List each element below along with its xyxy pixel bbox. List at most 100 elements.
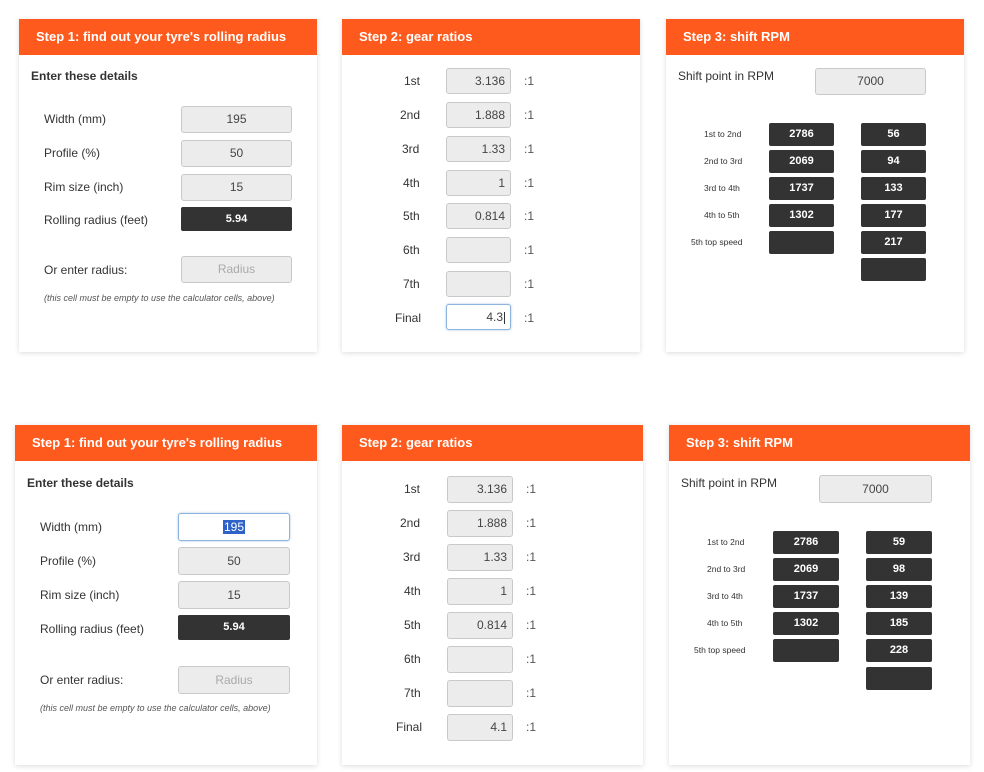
width-input[interactable]: 195 <box>178 513 290 541</box>
gear-label-2nd: 2nd <box>400 516 421 530</box>
radius-input[interactable]: Radius <box>181 256 292 283</box>
gear-label-4th: 4th <box>403 176 420 190</box>
gear-input-1st[interactable]: 3.136 <box>447 476 513 503</box>
shift-speed-output: 59 <box>866 531 932 554</box>
enter-details-label: Enter these details <box>31 69 138 83</box>
shift-speed-output: 98 <box>866 558 932 581</box>
enter-details-label: Enter these details <box>27 476 134 490</box>
rolling-radius-label: Rolling radius (feet) <box>44 213 149 227</box>
shift-row-label: 5th top speed <box>691 237 743 247</box>
gear-label-4th: 4th <box>404 584 421 598</box>
ratio-suffix: :1 <box>526 618 537 632</box>
step2-header: Step 2: gear ratios <box>342 19 640 55</box>
ratio-suffix: :1 <box>524 311 535 325</box>
gear-input-5th[interactable]: 0.814 <box>447 612 513 639</box>
gear-input-4th[interactable]: 1 <box>447 578 513 605</box>
gear-input-6th[interactable] <box>447 646 513 673</box>
gear-label-1st: 1st <box>404 74 421 88</box>
ratio-suffix: :1 <box>524 108 535 122</box>
step3-header: Step 3: shift RPM <box>666 19 964 55</box>
step3-card-bottom: Step 3: shift RPM Shift point in RPM 700… <box>669 425 970 765</box>
shift-row-label: 5th top speed <box>694 645 746 655</box>
gear-input-4th[interactable]: 1 <box>446 170 511 196</box>
width-label: Width (mm) <box>44 112 106 126</box>
gear-input-1st[interactable]: 3.136 <box>446 68 511 94</box>
ratio-suffix: :1 <box>524 142 535 156</box>
shift-row-label: 2nd to 3rd <box>704 156 743 166</box>
shift-speed-output: 185 <box>866 612 932 635</box>
radius-note: (this cell must be empty to use the calc… <box>40 703 271 713</box>
shift-row-label: 4th to 5th <box>707 618 743 628</box>
ratio-suffix: :1 <box>526 720 537 734</box>
shift-rpm-output <box>769 231 834 254</box>
gear-input-2nd[interactable]: 1.888 <box>446 102 511 128</box>
gear-label-final: Final <box>396 720 423 734</box>
radius-input[interactable]: Radius <box>178 666 290 694</box>
gear-input-7th[interactable] <box>447 680 513 707</box>
ratio-suffix: :1 <box>524 277 535 291</box>
shift-rpm-output: 1737 <box>769 177 834 200</box>
shift-row-label: 4th to 5th <box>704 210 740 220</box>
gear-input-final[interactable]: 4.1 <box>447 714 513 741</box>
shift-point-label: Shift point in RPM <box>678 69 775 83</box>
gear-label-5th: 5th <box>404 618 421 632</box>
rim-size-input[interactable]: 15 <box>181 174 292 201</box>
gear-label-3rd: 3rd <box>402 142 420 156</box>
shift-row-label: 2nd to 3rd <box>707 564 746 574</box>
shift-speed-output: 139 <box>866 585 932 608</box>
gear-input-final[interactable]: 4.3 <box>446 304 511 330</box>
shift-row-label: 3rd to 4th <box>707 591 743 601</box>
ratio-suffix: :1 <box>524 209 535 223</box>
gear-input-7th[interactable] <box>446 271 511 297</box>
step1-card-top: Step 1: find out your tyre's rolling rad… <box>19 19 317 352</box>
shift-point-input[interactable]: 7000 <box>815 68 926 95</box>
step2-card-bottom: Step 2: gear ratios 1st 3.136 :1 2nd 1.8… <box>342 425 643 765</box>
step1-card-bottom: Step 1: find out your tyre's rolling rad… <box>15 425 317 765</box>
ratio-suffix: :1 <box>526 482 537 496</box>
ratio-suffix: :1 <box>524 243 535 257</box>
shift-speed-output: 177 <box>861 204 926 227</box>
gear-label-3rd: 3rd <box>403 550 421 564</box>
step1-header: Step 1: find out your tyre's rolling rad… <box>15 425 317 461</box>
profile-input[interactable]: 50 <box>181 140 292 167</box>
shift-point-input[interactable]: 7000 <box>819 475 932 503</box>
shift-rpm-output: 2069 <box>769 150 834 173</box>
rolling-radius-label: Rolling radius (feet) <box>40 622 145 636</box>
shift-row-label: 1st to 2nd <box>704 129 742 139</box>
shift-rpm-output <box>773 639 839 662</box>
gear-input-6th[interactable] <box>446 237 511 263</box>
gear-input-2nd[interactable]: 1.888 <box>447 510 513 537</box>
shift-speed-output: 228 <box>866 639 932 662</box>
ratio-suffix: :1 <box>526 686 537 700</box>
gear-label-6th: 6th <box>404 652 421 666</box>
or-enter-radius-label: Or enter radius: <box>44 263 128 277</box>
gear-input-3rd[interactable]: 1.33 <box>446 136 511 162</box>
step2-header: Step 2: gear ratios <box>342 425 643 461</box>
step3-header: Step 3: shift RPM <box>669 425 970 461</box>
rim-size-label: Rim size (inch) <box>40 588 120 602</box>
gear-label-5th: 5th <box>403 209 420 223</box>
ratio-suffix: :1 <box>526 652 537 666</box>
ratio-suffix: :1 <box>526 550 537 564</box>
gear-input-3rd[interactable]: 1.33 <box>447 544 513 571</box>
rim-size-input[interactable]: 15 <box>178 581 290 609</box>
shift-rpm-output: 1737 <box>773 585 839 608</box>
shift-rpm-output: 1302 <box>773 612 839 635</box>
step1-header: Step 1: find out your tyre's rolling rad… <box>19 19 317 55</box>
gear-input-5th[interactable]: 0.814 <box>446 203 511 229</box>
final-ratio-value: 4.3 <box>486 310 503 324</box>
gear-label-final: Final <box>395 311 422 325</box>
profile-label: Profile (%) <box>44 146 101 160</box>
gear-label-7th: 7th <box>404 686 421 700</box>
shift-speed-output: 56 <box>861 123 926 146</box>
shift-rpm-output: 2786 <box>769 123 834 146</box>
profile-label: Profile (%) <box>40 554 97 568</box>
rolling-radius-output: 5.94 <box>178 615 290 640</box>
rim-size-label: Rim size (inch) <box>44 180 124 194</box>
ratio-suffix: :1 <box>524 74 535 88</box>
shift-row-label: 3rd to 4th <box>704 183 740 193</box>
or-enter-radius-label: Or enter radius: <box>40 673 124 687</box>
radius-note: (this cell must be empty to use the calc… <box>44 293 275 303</box>
profile-input[interactable]: 50 <box>178 547 290 575</box>
width-input[interactable]: 195 <box>181 106 292 133</box>
